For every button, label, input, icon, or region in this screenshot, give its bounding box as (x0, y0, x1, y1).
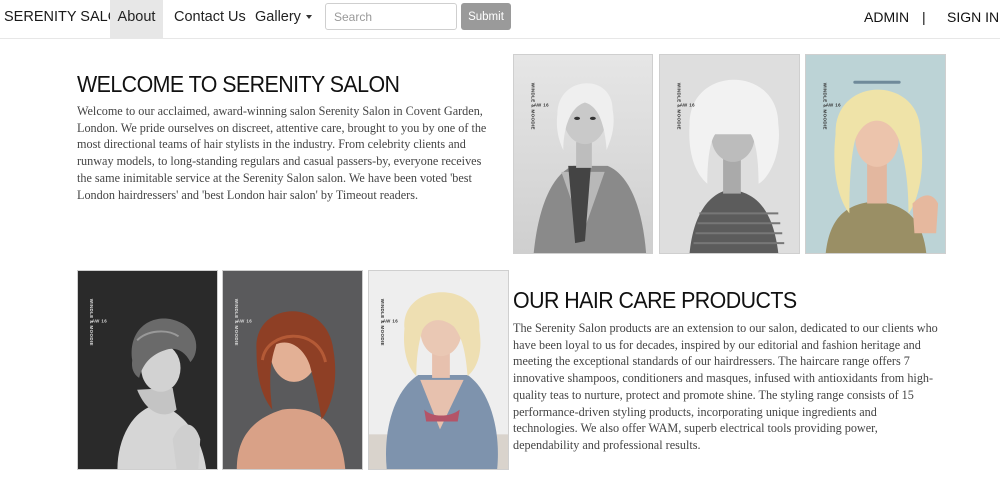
gallery-photo-3: WINDLE & MOODIE AW 16 (805, 54, 946, 254)
gallery-photo-5: WINDLE & MOODIE AW 16 (222, 270, 363, 470)
nav-about-link[interactable]: About (110, 0, 163, 38)
nav-contact-link[interactable]: Contact Us (174, 0, 246, 38)
search-input[interactable] (325, 3, 457, 30)
caret-down-icon (305, 15, 312, 20)
submit-button[interactable]: Submit (461, 3, 511, 30)
svg-text:AW 16: AW 16 (92, 318, 107, 323)
gallery-photo-4: WINDLE & MOODIE AW 16 (77, 270, 218, 470)
welcome-paragraph: Welcome to our acclaimed, award-winning … (77, 104, 487, 202)
top-navbar: SERENITY SALON About Contact Us Gallery … (0, 0, 1000, 39)
nav-gallery-label: Gallery (255, 9, 301, 25)
products-heading: OUR HAIR CARE PRODUCTS (513, 287, 797, 313)
svg-text:AW 16: AW 16 (534, 102, 549, 107)
admin-link[interactable]: ADMIN (864, 0, 909, 38)
nav-gallery-dropdown[interactable]: Gallery (255, 0, 312, 38)
gallery-photo-2: WINDLE & MOODIE AW 16 (659, 54, 800, 254)
products-paragraph: The Serenity Salon products are an exten… (513, 321, 938, 452)
svg-text:AW 16: AW 16 (237, 318, 252, 323)
welcome-heading: WELCOME TO SERENITY SALON (77, 71, 400, 97)
nav-separator: | (922, 9, 926, 25)
svg-text:AW 16: AW 16 (826, 102, 841, 107)
svg-text:AW 16: AW 16 (680, 102, 695, 107)
gallery-photo-6: WINDLE & MOODIE AW 16 (368, 270, 509, 470)
svg-text:AW 16: AW 16 (383, 318, 398, 323)
gallery-photo-1: WINDLE & MOODIE AW 16 (513, 54, 653, 254)
sign-in-link[interactable]: SIGN IN (947, 0, 999, 38)
